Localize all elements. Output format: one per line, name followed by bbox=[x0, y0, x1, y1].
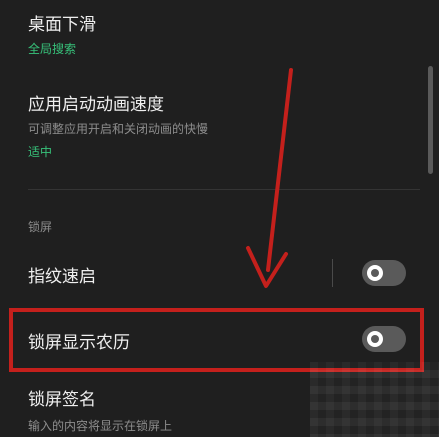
settings-screen: 桌面下滑 全局搜索 应用启动动画速度 可调整应用开启和关闭动画的快慢 适中 锁屏… bbox=[0, 0, 439, 437]
watermark bbox=[310, 362, 439, 437]
